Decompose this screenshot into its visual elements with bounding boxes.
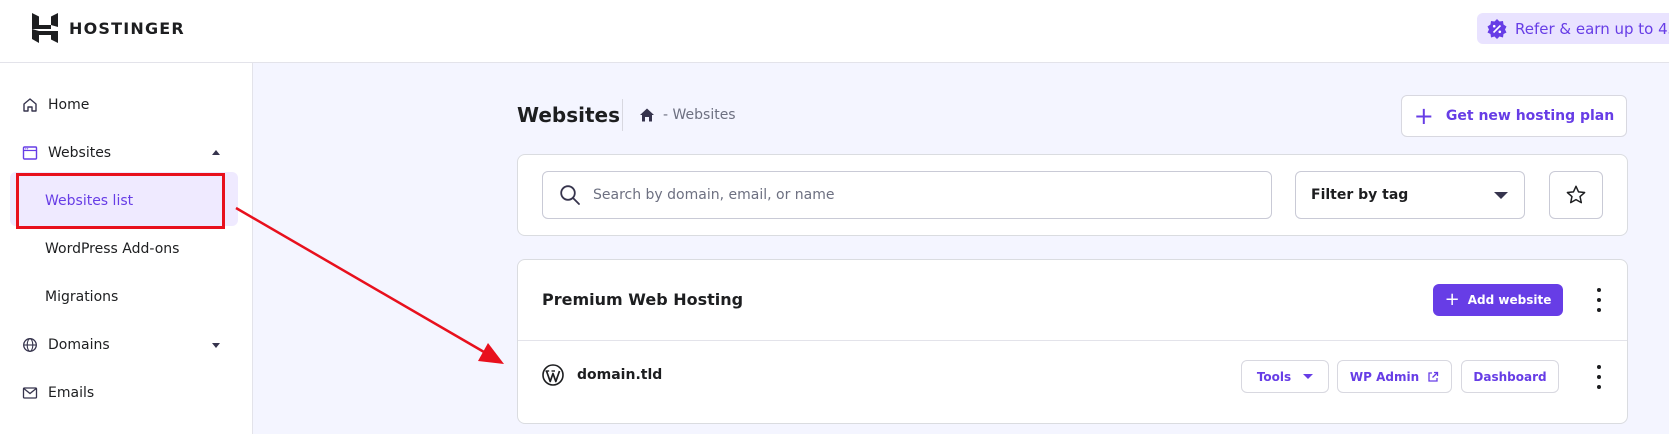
button-label: Get new hosting plan (1445, 108, 1615, 124)
sidebar-item-home[interactable]: Home (22, 85, 89, 125)
filter-by-tag-dropdown[interactable]: Filter by tag (1295, 171, 1525, 219)
star-icon (1566, 185, 1586, 204)
filter-label: Filter by tag (1311, 187, 1409, 203)
plus-icon: + (1413, 102, 1434, 130)
annotation-highlight-box (16, 173, 225, 229)
browser-window-icon (22, 146, 38, 160)
sidebar-item-label: Websites (48, 145, 112, 161)
search-field[interactable] (542, 171, 1272, 219)
wp-admin-button[interactable]: WP Admin (1337, 360, 1452, 393)
sidebar-item-migrations[interactable]: Migrations (45, 277, 118, 317)
chevron-up-icon[interactable] (212, 150, 220, 155)
chevron-down-icon (1494, 192, 1508, 199)
hostinger-logo[interactable]: HOSTINGER (32, 13, 185, 43)
top-bar: HOSTINGER Refer & earn up to 45 (0, 0, 1669, 63)
search-icon (560, 185, 580, 205)
tools-dropdown-button[interactable]: Tools (1241, 360, 1329, 393)
header-divider (622, 99, 623, 131)
button-label: Add website (1467, 293, 1552, 307)
home-icon[interactable] (639, 107, 655, 123)
home-icon (23, 98, 37, 112)
favorites-button[interactable] (1549, 171, 1603, 219)
dashboard-button[interactable]: Dashboard (1461, 360, 1559, 393)
plan-more-options-icon[interactable] (1589, 288, 1609, 312)
refer-text: Refer & earn up to 45 (1515, 19, 1669, 38)
get-new-hosting-plan-button[interactable]: + Get new hosting plan (1401, 95, 1627, 137)
sidebar-item-wordpress-addons[interactable]: WordPress Add-ons (45, 229, 179, 269)
chevron-down-icon (1303, 374, 1314, 379)
website-domain[interactable]: domain.tld (577, 367, 662, 383)
sidebar-item-emails[interactable]: Emails (22, 373, 94, 413)
sidebar-item-label: Domains (48, 337, 110, 353)
button-label: Dashboard (1473, 369, 1547, 384)
wordpress-icon (542, 364, 564, 386)
page-title: Websites (517, 103, 621, 127)
chevron-down-icon[interactable] (212, 343, 220, 348)
sidebar-item-domains[interactable]: Domains (22, 325, 110, 365)
sidebar-item-label: Emails (48, 385, 95, 401)
site-more-options-icon[interactable] (1589, 365, 1609, 389)
plus-icon: + (1444, 289, 1460, 310)
divider (518, 340, 1627, 341)
breadcrumb: - Websites (639, 107, 736, 123)
hosting-plan-card: Premium Web Hosting + Add website domain… (517, 259, 1628, 424)
discount-badge-icon (1487, 18, 1507, 39)
hosting-plan-title: Premium Web Hosting (542, 290, 744, 309)
sidebar-item-label: Home (48, 97, 90, 113)
logo-text: HOSTINGER (69, 18, 185, 38)
refer-earn-banner[interactable]: Refer & earn up to 45 (1477, 13, 1669, 44)
external-link-icon (1428, 371, 1439, 382)
search-input[interactable] (591, 186, 1245, 204)
globe-icon (23, 338, 37, 352)
sidebar-item-websites[interactable]: Websites (22, 133, 111, 173)
search-card: Filter by tag (517, 154, 1628, 236)
button-label: Tools (1256, 369, 1292, 384)
breadcrumb-label: - Websites (663, 107, 736, 123)
mail-icon (22, 387, 38, 399)
hostinger-logo-icon (32, 13, 58, 43)
add-website-button[interactable]: + Add website (1433, 284, 1563, 316)
button-label: WP Admin (1349, 369, 1420, 384)
